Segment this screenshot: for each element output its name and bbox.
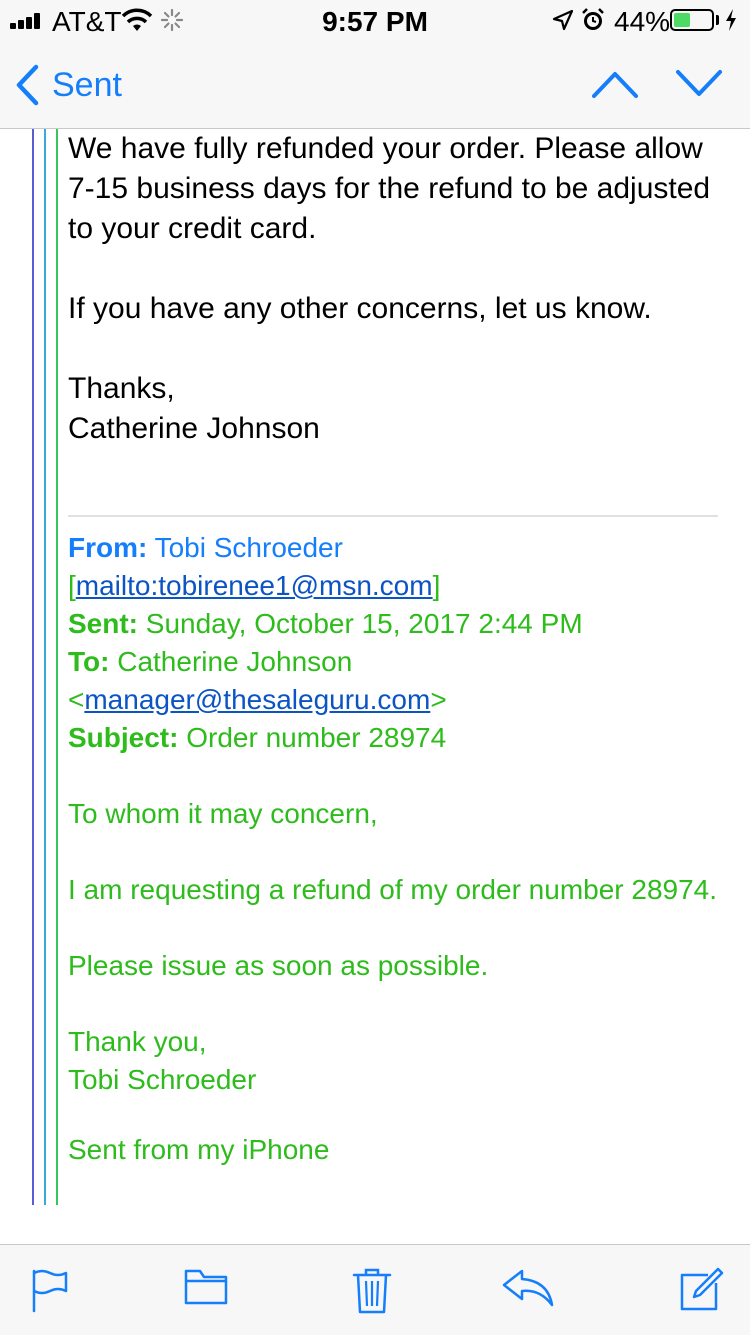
reply-text: We have fully refunded your order. Pleas… [68, 129, 728, 449]
to-label: To: [68, 646, 110, 677]
chevron-down-icon[interactable] [674, 66, 724, 102]
quoted-signature: Tobi Schroeder [68, 1064, 257, 1095]
bracket: [ [68, 570, 76, 601]
bottom-toolbar [0, 1244, 750, 1335]
subject-label: Subject: [68, 722, 179, 753]
location-icon [552, 9, 574, 31]
reply-paragraph: We have fully refunded your order. Pleas… [68, 132, 711, 245]
quoted-closing: Thank you, [68, 1026, 207, 1057]
quoted-footer: Sent from my iPhone [68, 1134, 330, 1165]
message-body[interactable]: We have fully refunded your order. Pleas… [0, 129, 750, 1244]
folder-icon[interactable] [184, 1267, 228, 1307]
from-label: From: [68, 532, 148, 563]
sent-value: Sunday, October 15, 2017 2:44 PM [145, 608, 583, 639]
sent-line: Sent: Sunday, October 15, 2017 2:44 PM [68, 605, 728, 643]
sent-label: Sent: [68, 608, 138, 639]
subject-value: Order number 28974 [186, 722, 447, 753]
reply-paragraph: If you have any other concerns, let us k… [68, 292, 652, 325]
quoted-paragraph: I am requesting a refund of my order num… [68, 874, 718, 905]
compose-icon[interactable] [678, 1267, 724, 1313]
back-button-label: Sent [52, 65, 122, 104]
battery-percent: 44% [614, 6, 671, 37]
divider [68, 515, 718, 517]
trash-icon[interactable] [352, 1267, 392, 1315]
flag-icon[interactable] [30, 1267, 70, 1313]
quote-bar [56, 129, 58, 1205]
to-name: Catherine Johnson [117, 646, 353, 677]
quoted-message: From: Tobi Schroeder [mailto:tobirenee1@… [68, 529, 728, 1169]
status-bar: AT&T 9:57 PM 44% [0, 0, 750, 40]
bracket: < [68, 684, 85, 715]
quote-bar [32, 129, 34, 1205]
to-line: To: Catherine Johnson <manager@thesalegu… [68, 643, 728, 719]
from-line: From: Tobi Schroeder [mailto:tobirenee1@… [68, 529, 728, 605]
battery-fill [674, 13, 690, 27]
reply-closing: Thanks, [68, 372, 175, 405]
alarm-icon [582, 8, 604, 30]
bracket: ] [432, 570, 441, 601]
chevron-up-icon[interactable] [590, 66, 640, 102]
back-button[interactable]: Sent [14, 62, 122, 108]
battery-cap [716, 15, 719, 25]
reply-icon[interactable] [502, 1267, 554, 1307]
charging-icon [726, 9, 736, 31]
quoted-paragraph: Please issue as soon as possible. [68, 950, 489, 981]
from-name: Tobi Schroeder [154, 532, 343, 563]
from-email-link[interactable]: mailto:tobirenee1@msn.com [76, 570, 433, 601]
subject-line: Subject: Order number 28974 [68, 719, 728, 757]
reply-signature: Catherine Johnson [68, 412, 320, 445]
bracket: > [430, 684, 447, 715]
to-email-link[interactable]: manager@thesaleguru.com [84, 684, 430, 715]
quote-bar [44, 129, 46, 1205]
chevron-left-icon [16, 64, 39, 106]
quoted-greeting: To whom it may concern, [68, 798, 378, 829]
navigation-bar: Sent [0, 40, 750, 129]
battery-icon [670, 9, 714, 31]
